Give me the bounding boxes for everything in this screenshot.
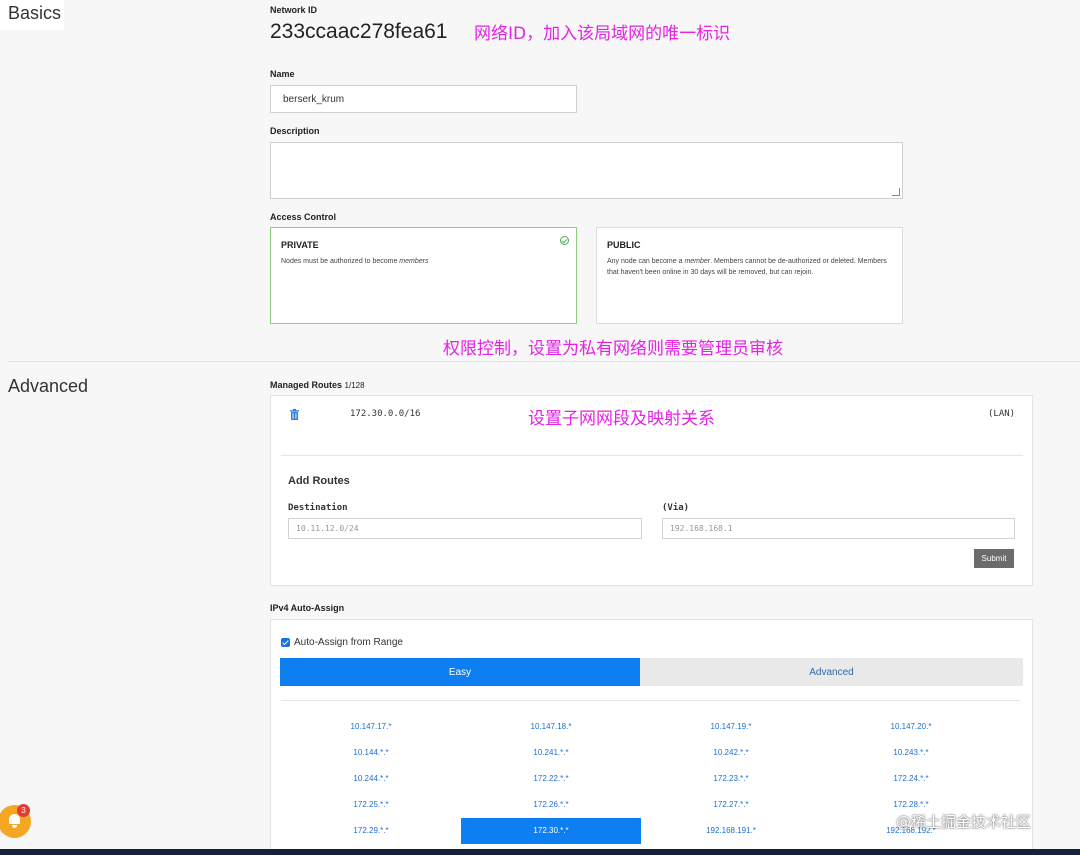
range-option[interactable]: 10.147.19.* <box>641 714 821 740</box>
public-description: Any node can become a member. Members ca… <box>607 258 887 276</box>
private-title: PRIVATE <box>281 240 319 250</box>
ranges-divider <box>281 700 1021 701</box>
route-target: 172.30.0.0/16 <box>350 409 421 419</box>
network-id-label: Network ID <box>270 5 318 15</box>
ipv4-auto-assign-label: IPv4 Auto-Assign <box>270 603 345 613</box>
range-option[interactable]: 10.241.*.* <box>461 740 641 766</box>
private-description: Nodes must be authorized to become membe… <box>281 258 429 265</box>
range-option[interactable]: 172.22.*.* <box>461 766 641 792</box>
description-label: Description <box>270 126 320 136</box>
range-option[interactable]: 10.243.*.* <box>821 740 1001 766</box>
check-circle-icon <box>560 236 569 245</box>
resize-grip-icon[interactable] <box>892 188 900 196</box>
range-option[interactable]: 172.25.*.* <box>281 792 461 818</box>
range-row: 10.144.*.* 10.241.*.* 10.242.*.* 10.243.… <box>281 740 1021 766</box>
tab-easy[interactable]: Easy <box>280 658 640 686</box>
basics-section-title: Basics <box>8 3 62 23</box>
range-option[interactable]: 172.29.*.* <box>281 818 461 844</box>
range-option[interactable]: 172.27.*.* <box>641 792 821 818</box>
section-divider <box>8 361 1080 362</box>
auto-assign-label: Auto-Assign from Range <box>294 637 403 648</box>
tab-advanced[interactable]: Advanced <box>640 658 1023 686</box>
submit-button[interactable]: Submit <box>974 549 1014 568</box>
range-option[interactable]: 10.147.18.* <box>461 714 641 740</box>
range-option[interactable]: 172.23.*.* <box>641 766 821 792</box>
access-annotation: 权限控制，设置为私有网络则需要管理员审核 <box>443 339 783 359</box>
range-option[interactable]: 10.242.*.* <box>641 740 821 766</box>
range-option[interactable]: 10.147.20.* <box>821 714 1001 740</box>
range-option[interactable]: 172.24.*.* <box>821 766 1001 792</box>
advanced-section-title: Advanced <box>8 376 89 396</box>
description-textarea[interactable] <box>270 142 903 199</box>
routes-annotation: 设置子网网段及映射关系 <box>528 409 715 429</box>
destination-label: Destination <box>288 503 348 513</box>
range-option[interactable]: 10.244.*.* <box>281 766 461 792</box>
range-option[interactable]: 10.144.*.* <box>281 740 461 766</box>
route-via: (LAN) <box>988 409 1016 419</box>
trash-icon[interactable] <box>290 409 299 420</box>
bell-icon <box>9 814 20 824</box>
bottom-bar <box>0 849 1080 855</box>
access-public-card[interactable]: PUBLIC Any node can become a member. Mem… <box>596 227 903 324</box>
network-id-value: 233ccaac278fea61 <box>270 20 448 43</box>
destination-input[interactable]: 10.11.12.0/24 <box>288 518 642 539</box>
name-input[interactable]: berserk_krum <box>270 85 577 113</box>
bell-clapper <box>12 825 17 828</box>
watermark: @稀土掘金技术社区 <box>896 813 1032 831</box>
range-option[interactable]: 192.168.191.* <box>641 818 821 844</box>
range-option[interactable]: 10.147.17.* <box>281 714 461 740</box>
access-control-label: Access Control <box>270 212 337 222</box>
name-label: Name <box>270 69 295 79</box>
range-row: 10.147.17.* 10.147.18.* 10.147.19.* 10.1… <box>281 714 1021 740</box>
auto-assign-checkbox[interactable] <box>281 638 290 647</box>
range-option[interactable]: 172.26.*.* <box>461 792 641 818</box>
via-label: (Via) <box>662 503 690 513</box>
range-row: 10.244.*.* 172.22.*.* 172.23.*.* 172.24.… <box>281 766 1021 792</box>
add-routes-title: Add Routes <box>288 475 350 487</box>
public-title: PUBLIC <box>607 240 641 250</box>
network-id-annotation: 网络ID，加入该局域网的唯一标识 <box>474 24 731 44</box>
managed-routes-label: Managed Routes 1/128 <box>270 380 365 390</box>
notification-badge: 3 <box>17 804 30 817</box>
routes-count: 1/128 <box>344 381 365 390</box>
range-option[interactable]: 172.30.*.* <box>461 818 641 844</box>
via-input[interactable]: 192.168.168.1 <box>662 518 1015 539</box>
routes-divider <box>281 455 1023 456</box>
access-private-card[interactable]: PRIVATE Nodes must be authorized to beco… <box>270 227 577 324</box>
